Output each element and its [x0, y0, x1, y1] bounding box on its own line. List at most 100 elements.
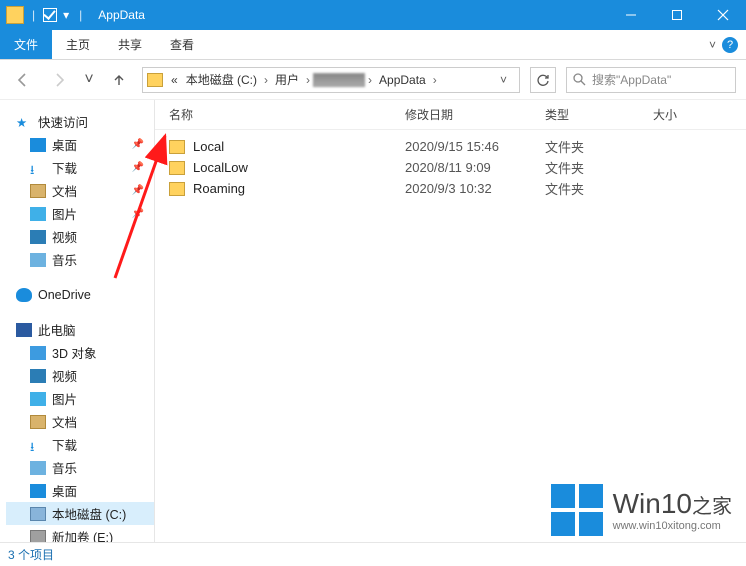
titlebar: | ▾ | AppData — [0, 0, 746, 30]
download-icon: ⭳ — [30, 161, 46, 175]
music-icon — [30, 253, 46, 267]
sidebar-pictures[interactable]: 图片📌 — [6, 202, 154, 225]
file-name: Roaming — [193, 181, 405, 196]
search-box[interactable]: 搜索"AppData" — [566, 67, 736, 93]
ribbon-tabs: 文件 主页 共享 查看 ˅ ? — [0, 30, 746, 60]
window-title: AppData — [98, 8, 145, 22]
nav-bar: ˅ « 本地磁盘 (C:) › 用户 › › AppData › ˅ 搜索"Ap… — [0, 60, 746, 100]
forward-button[interactable] — [46, 67, 72, 93]
pin-icon: 📌 — [132, 208, 144, 219]
sidebar-videos[interactable]: 视频 — [6, 225, 154, 248]
back-button[interactable] — [10, 67, 36, 93]
col-size[interactable]: 大小 — [653, 106, 746, 123]
drive-icon — [30, 507, 46, 521]
chevron-right-icon[interactable]: › — [261, 73, 271, 87]
folder-icon — [169, 182, 185, 196]
address-folder-icon — [147, 73, 163, 87]
history-dropdown[interactable]: ˅ — [82, 67, 96, 93]
maximize-button[interactable] — [654, 0, 700, 30]
col-date[interactable]: 修改日期 — [405, 106, 545, 123]
close-button[interactable] — [700, 0, 746, 30]
desktop-icon — [30, 484, 46, 498]
sidebar-desktop[interactable]: 桌面📌 — [6, 133, 154, 156]
search-icon — [573, 73, 586, 86]
file-date: 2020/9/15 15:46 — [405, 139, 545, 154]
file-row[interactable]: Roaming 2020/9/3 10:32 文件夹 — [155, 178, 746, 199]
cloud-icon — [16, 288, 32, 302]
col-type[interactable]: 类型 — [545, 106, 653, 123]
col-name[interactable]: 名称 — [169, 106, 405, 123]
watermark-title: Win10之家 — [613, 488, 732, 519]
chevron-right-icon[interactable]: › — [303, 73, 313, 87]
minimize-button[interactable] — [608, 0, 654, 30]
help-icon[interactable]: ? — [722, 37, 738, 53]
documents-icon — [30, 184, 46, 198]
explorer-body: ★快速访问 桌面📌 ⭳下载📌 文档📌 图片📌 视频 音乐 OneDrive 此电… — [0, 100, 746, 542]
sidebar-pc-music[interactable]: 音乐 — [6, 456, 154, 479]
status-bar: 3 个项目 — [0, 542, 746, 566]
pictures-icon — [30, 207, 46, 221]
sidebar-drive-c[interactable]: 本地磁盘 (C:) — [6, 502, 154, 525]
sidebar-pc-pictures[interactable]: 图片 — [6, 387, 154, 410]
file-rows: Local 2020/9/15 15:46 文件夹 LocalLow 2020/… — [155, 130, 746, 199]
file-type: 文件夹 — [545, 179, 653, 198]
breadcrumb-item[interactable]: 用户 — [271, 71, 303, 88]
videos-icon — [30, 369, 46, 383]
chevron-right-icon[interactable]: › — [365, 73, 375, 87]
sidebar-pc-documents[interactable]: 文档 — [6, 410, 154, 433]
documents-icon — [30, 415, 46, 429]
sidebar-pc-desktop[interactable]: 桌面 — [6, 479, 154, 502]
breadcrumb-user-pixelated[interactable] — [313, 73, 365, 87]
refresh-button[interactable] — [530, 67, 556, 93]
qat-separator: | — [79, 8, 82, 22]
tab-view[interactable]: 查看 — [156, 30, 208, 59]
windows-logo-icon — [551, 484, 603, 536]
breadcrumb-prefix[interactable]: « — [167, 73, 182, 87]
file-type: 文件夹 — [545, 137, 653, 156]
desktop-icon — [30, 138, 46, 152]
drive-icon — [30, 530, 46, 543]
file-row[interactable]: Local 2020/9/15 15:46 文件夹 — [155, 136, 746, 157]
address-bar[interactable]: « 本地磁盘 (C:) › 用户 › › AppData › ˅ — [142, 67, 520, 93]
file-list-pane: 名称 修改日期 类型 大小 Local 2020/9/15 15:46 文件夹 … — [155, 100, 746, 542]
sidebar-pc-videos[interactable]: 视频 — [6, 364, 154, 387]
file-date: 2020/9/3 10:32 — [405, 181, 545, 196]
chevron-right-icon[interactable]: › — [430, 73, 440, 87]
cube-icon — [30, 346, 46, 360]
sidebar-pc-downloads[interactable]: ⭳下载 — [6, 433, 154, 456]
pin-icon: 📌 — [132, 185, 144, 196]
videos-icon — [30, 230, 46, 244]
file-date: 2020/8/11 9:09 — [405, 160, 545, 175]
folder-icon — [169, 161, 185, 175]
folder-icon — [6, 6, 24, 24]
watermark-url: www.win10xitong.com — [613, 520, 732, 532]
quick-access-toolbar: | ▾ | — [0, 6, 92, 24]
sidebar-downloads[interactable]: ⭳下载📌 — [6, 156, 154, 179]
up-button[interactable] — [106, 67, 132, 93]
address-dropdown-icon[interactable]: ˅ — [492, 73, 515, 87]
pictures-icon — [30, 392, 46, 406]
file-name: LocalLow — [193, 160, 405, 175]
folder-icon — [169, 140, 185, 154]
breadcrumb-item[interactable]: AppData — [375, 73, 430, 87]
sidebar-this-pc[interactable]: 此电脑 — [6, 318, 154, 341]
ribbon-expand-icon[interactable]: ˅ — [709, 38, 716, 52]
tab-share[interactable]: 共享 — [104, 30, 156, 59]
tab-home[interactable]: 主页 — [52, 30, 104, 59]
sidebar-onedrive[interactable]: OneDrive — [6, 283, 154, 306]
music-icon — [30, 461, 46, 475]
nav-pane: ★快速访问 桌面📌 ⭳下载📌 文档📌 图片📌 视频 音乐 OneDrive 此电… — [0, 100, 155, 542]
qat-overflow-icon[interactable]: ▾ — [61, 8, 71, 22]
watermark: Win10之家 www.win10xitong.com — [551, 484, 732, 536]
quick-access[interactable]: ★快速访问 — [6, 110, 154, 133]
file-row[interactable]: LocalLow 2020/8/11 9:09 文件夹 — [155, 157, 746, 178]
sidebar-documents[interactable]: 文档📌 — [6, 179, 154, 202]
checkbox-icon[interactable] — [43, 8, 57, 22]
sidebar-3d[interactable]: 3D 对象 — [6, 341, 154, 364]
sidebar-drive-e[interactable]: 新加卷 (E:) — [6, 525, 154, 542]
breadcrumb-item[interactable]: 本地磁盘 (C:) — [182, 71, 261, 88]
file-tab[interactable]: 文件 — [0, 30, 52, 59]
search-placeholder: 搜索"AppData" — [592, 71, 671, 88]
sidebar-music[interactable]: 音乐 — [6, 248, 154, 271]
qat-separator: | — [32, 8, 35, 22]
